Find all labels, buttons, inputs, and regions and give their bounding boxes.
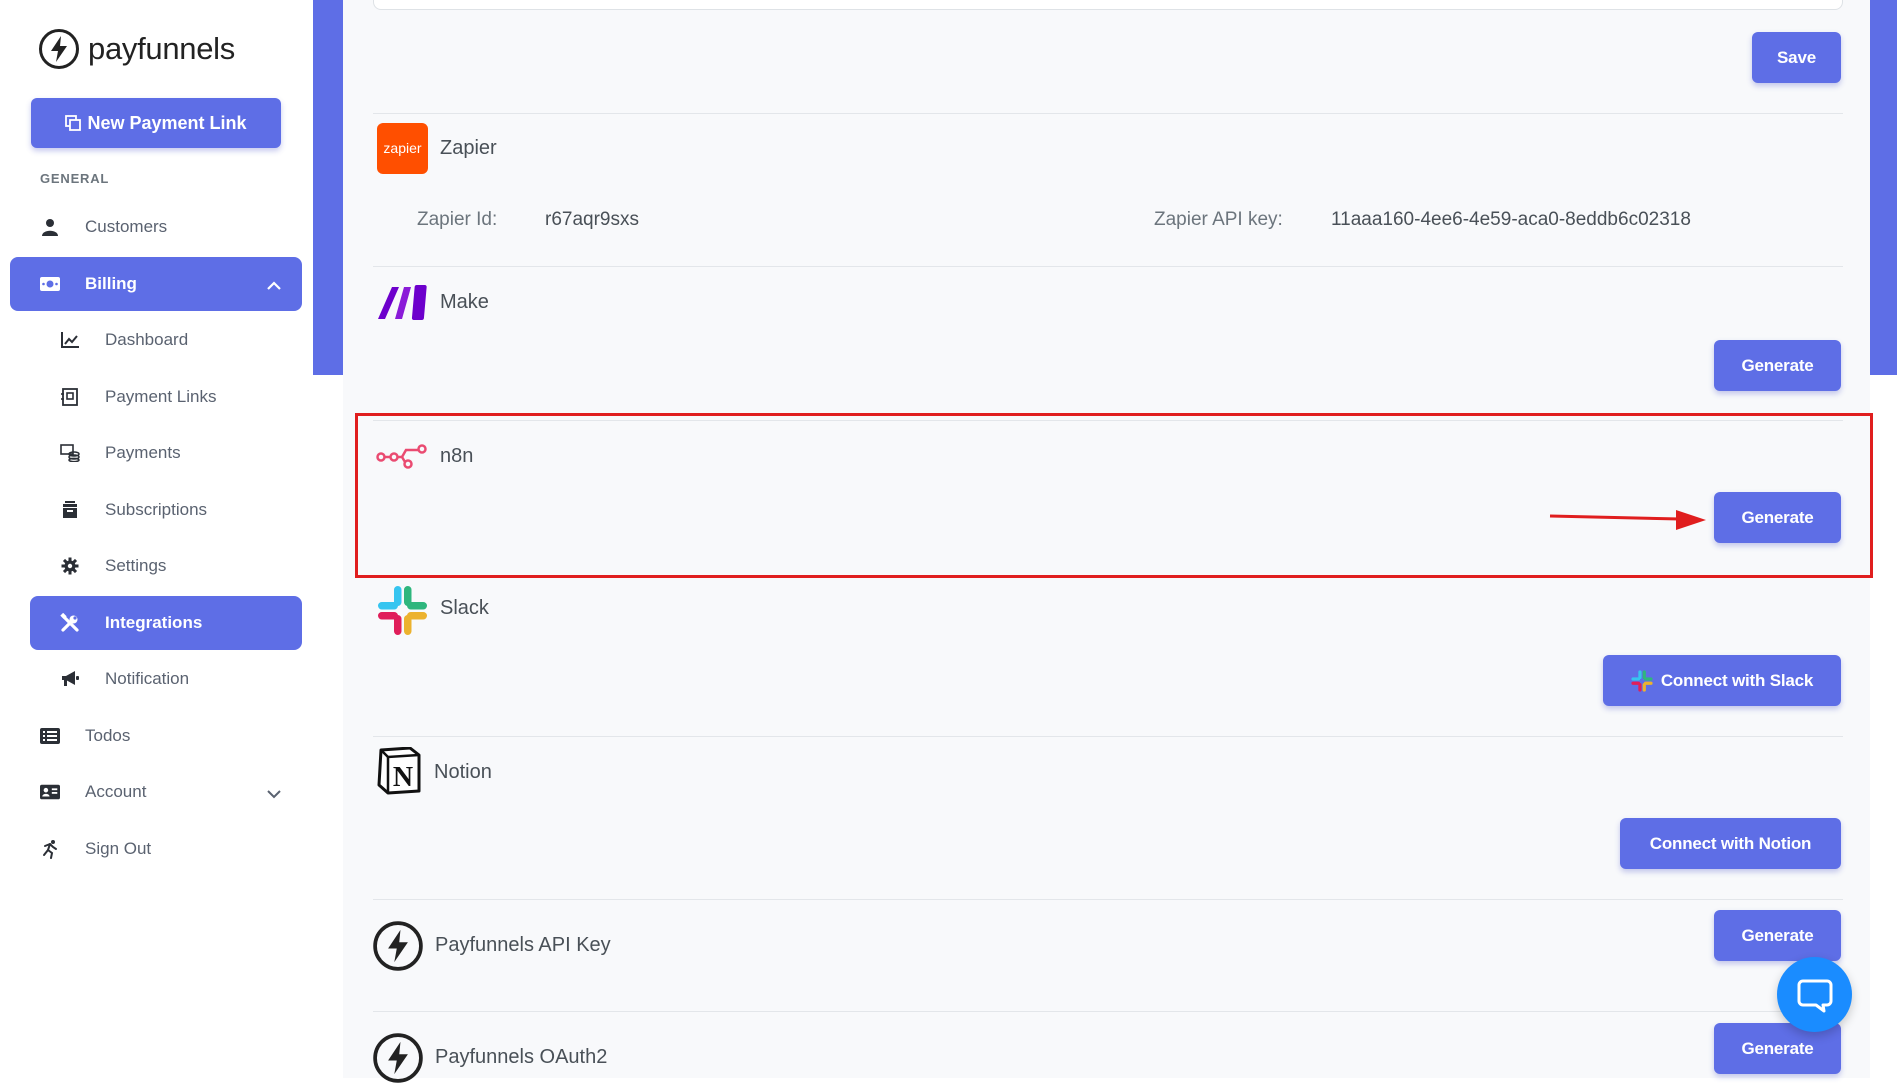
- zapier-id-value: r67aqr9sxs: [545, 209, 639, 230]
- id-card-icon: [40, 782, 60, 802]
- chat-widget-button[interactable]: [1777, 957, 1852, 1032]
- save-button-label: Save: [1777, 47, 1816, 67]
- sidebar-item-dashboard[interactable]: Dashboard: [10, 314, 302, 366]
- section-general-label: GENERAL: [40, 171, 110, 186]
- sidebar-item-label: Sign Out: [85, 839, 152, 858]
- archive-box-icon: [60, 500, 80, 520]
- megaphone-icon: [60, 669, 80, 689]
- chat-bubble-icon: [1797, 979, 1832, 1012]
- sidebar-item-label: Settings: [105, 556, 167, 575]
- zapier-id-label: Zapier Id:: [417, 209, 498, 230]
- new-payment-link-button[interactable]: New Payment Link: [31, 98, 281, 148]
- sidebar-item-label: Account: [85, 782, 147, 801]
- user-icon: [40, 217, 60, 237]
- sidebar-item-label: Billing: [85, 274, 137, 293]
- tools-icon: [60, 613, 80, 633]
- slack-mini-icon: [1631, 669, 1653, 692]
- sidebar-item-label: Notification: [105, 669, 190, 688]
- make-title: Make: [440, 291, 489, 313]
- sidebar-item-account[interactable]: Account: [10, 766, 302, 818]
- sidebar-item-todos[interactable]: Todos: [10, 710, 302, 762]
- sidebar-item-label: Dashboard: [105, 330, 189, 349]
- sidebar-item-integrations[interactable]: Integrations: [30, 596, 302, 650]
- make-generate-button[interactable]: Generate: [1714, 340, 1841, 391]
- divider: [373, 266, 1843, 267]
- sidebar-item-label: Payments: [105, 443, 181, 462]
- sidebar-item-sign-out[interactable]: Sign Out: [10, 823, 302, 875]
- generate-label: Generate: [1741, 1038, 1814, 1058]
- slack-logo-icon: [377, 585, 428, 641]
- header-band-right: [1870, 0, 1897, 375]
- n8n-highlight-box: [355, 413, 1873, 578]
- connect-slack-label: Connect with Slack: [1660, 670, 1814, 690]
- sidebar-item-label: Todos: [85, 726, 131, 745]
- header-band-left: [313, 0, 343, 375]
- sidebar-item-payment-links[interactable]: Payment Links: [10, 371, 302, 423]
- slack-title: Slack: [440, 597, 489, 619]
- zapier-logo-icon: zapier: [377, 123, 428, 179]
- sidebar-item-label: Payment Links: [105, 387, 217, 406]
- connect-notion-label: Connect with Notion: [1649, 833, 1812, 853]
- connect-slack-button[interactable]: Connect with Slack: [1603, 655, 1841, 706]
- bolt-circle-icon: [39, 29, 79, 69]
- red-arrow-icon: [1548, 510, 1708, 545]
- make-logo-icon: [377, 283, 429, 326]
- divider: [373, 899, 1843, 900]
- copy-link-icon: [65, 115, 82, 131]
- sidebar-item-notification[interactable]: Notification: [10, 653, 302, 705]
- zapier-api-key-value: 11aaa160-4ee6-4e59-aca0-8eddb6c02318: [1331, 209, 1691, 230]
- money-bill-icon: [40, 274, 60, 294]
- chart-line-icon: [60, 330, 80, 350]
- zapier-logo-text: zapier: [383, 140, 421, 156]
- chevron-down-icon: [266, 785, 282, 805]
- payfunnels-bolt-icon: [372, 920, 424, 977]
- payments-stack-icon: [60, 443, 80, 463]
- running-person-icon: [40, 839, 60, 859]
- divider: [373, 1011, 1843, 1012]
- connect-notion-button[interactable]: Connect with Notion: [1620, 818, 1841, 869]
- svg-text:N: N: [393, 762, 413, 793]
- zapier-title: Zapier: [440, 137, 497, 159]
- gear-icon: [60, 556, 80, 576]
- notion-logo-icon: N: [376, 746, 422, 800]
- sidebar-item-customers[interactable]: Customers: [10, 201, 302, 253]
- receipt-icon: [60, 387, 80, 407]
- payfunnels-api-key-title: Payfunnels API Key: [435, 934, 611, 956]
- api-key-generate-button[interactable]: Generate: [1714, 910, 1841, 961]
- sidebar-item-label: Customers: [85, 217, 168, 236]
- divider: [373, 736, 1843, 737]
- divider: [373, 113, 1843, 114]
- brand-logo[interactable]: payfunnels: [38, 28, 235, 70]
- sidebar: payfunnels New Payment Link GENERAL Cust…: [0, 0, 313, 1078]
- top-form-field[interactable]: [373, 0, 1843, 10]
- sidebar-item-label: Subscriptions: [105, 500, 208, 519]
- sidebar-item-billing[interactable]: Billing: [10, 257, 302, 311]
- new-payment-link-label: New Payment Link: [87, 112, 247, 133]
- zapier-api-key-label: Zapier API key:: [1154, 209, 1283, 230]
- payfunnels-oauth2-title: Payfunnels OAuth2: [435, 1046, 608, 1068]
- generate-label: Generate: [1741, 925, 1814, 945]
- sidebar-item-payments[interactable]: Payments: [10, 427, 302, 479]
- sidebar-item-label: Integrations: [105, 613, 203, 632]
- sidebar-item-subscriptions[interactable]: Subscriptions: [10, 484, 302, 536]
- list-icon: [40, 726, 60, 746]
- sidebar-item-settings[interactable]: Settings: [10, 540, 302, 592]
- chevron-up-icon: [266, 276, 282, 296]
- brand-name: payfunnels: [88, 31, 235, 66]
- payfunnels-bolt-icon: [372, 1032, 424, 1089]
- save-button[interactable]: Save: [1752, 32, 1841, 83]
- notion-title: Notion: [434, 761, 492, 783]
- generate-label: Generate: [1741, 355, 1814, 375]
